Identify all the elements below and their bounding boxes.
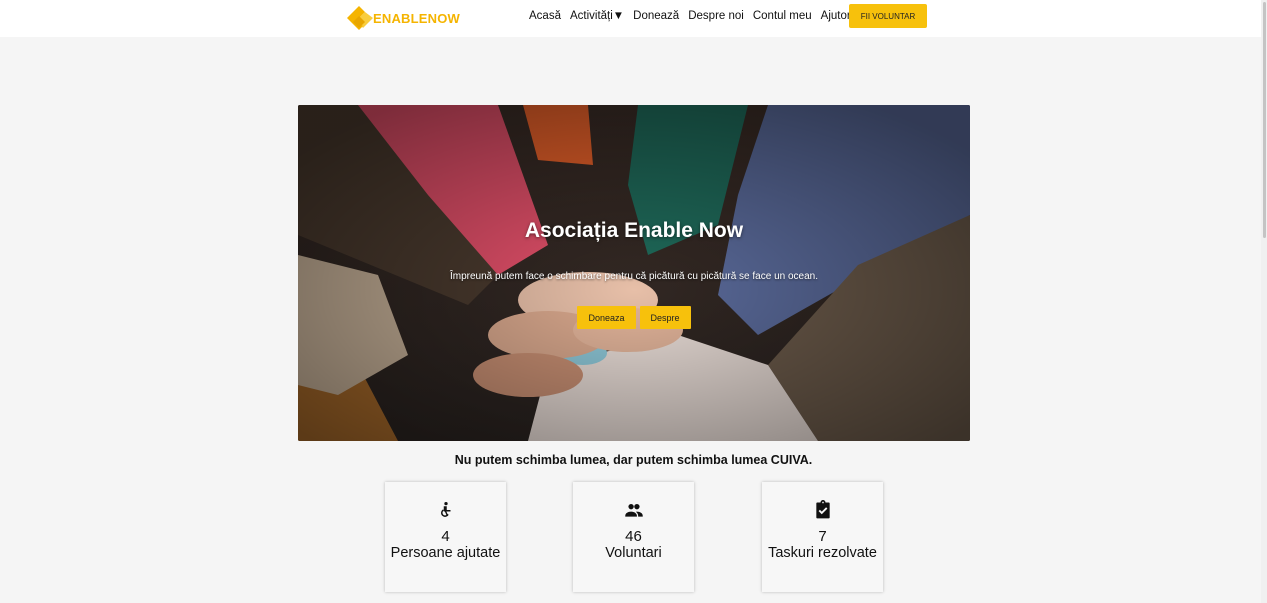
volunteer-button[interactable]: FII VOLUNTAR — [849, 4, 927, 28]
stat-card-voluntari: 46 Voluntari — [573, 482, 694, 592]
logo-icon — [347, 6, 373, 30]
site-header: ENABLENOW Acasă Activități▼ Donează Desp… — [0, 0, 1267, 37]
nav-item-ajutor[interactable]: Ajutor — [821, 10, 851, 22]
logo[interactable]: ENABLENOW — [343, 2, 460, 34]
assignment-check-icon — [762, 500, 883, 522]
tagline: Nu putem schimba lumea, dar putem schimb… — [454, 453, 813, 467]
nav-item-acasa[interactable]: Acasă — [529, 10, 561, 22]
donate-button[interactable]: Doneaza — [577, 306, 636, 329]
accessible-icon — [385, 500, 506, 522]
stat-label: Persoane ajutate — [390, 545, 501, 561]
hero-title: Asociația Enable Now — [524, 219, 744, 242]
hero-subtitle: Împreună putem face o schimbare pentru c… — [450, 271, 818, 282]
logo-text: ENABLENOW — [373, 10, 461, 26]
nav-item-doneaza[interactable]: Donează — [633, 10, 679, 22]
stat-value: 7 — [818, 528, 827, 545]
nav-item-contul-meu[interactable]: Contul meu — [753, 10, 812, 22]
stat-value: 46 — [625, 528, 642, 545]
nav-item-activitati[interactable]: Activități▼ — [570, 10, 624, 22]
people-icon — [573, 500, 694, 522]
nav-item-despre-noi[interactable]: Despre noi — [688, 10, 744, 22]
stat-card-taskuri: 7 Taskuri rezolvate — [762, 482, 883, 592]
stat-card-persoane: 4 Persoane ajutate — [385, 482, 506, 592]
main-nav: Acasă Activități▼ Donează Despre noi Con… — [529, 0, 851, 32]
scrollbar-thumb[interactable] — [1263, 2, 1266, 238]
stat-label: Taskuri rezolvate — [768, 545, 877, 561]
hero-banner: Asociația Enable Now Împreună putem face… — [298, 105, 970, 441]
hero-buttons: Doneaza Despre — [298, 306, 970, 329]
scrollbar[interactable] — [1261, 0, 1267, 603]
stat-label: Voluntari — [605, 545, 662, 561]
stat-value: 4 — [441, 528, 450, 545]
about-button[interactable]: Despre — [639, 306, 691, 329]
